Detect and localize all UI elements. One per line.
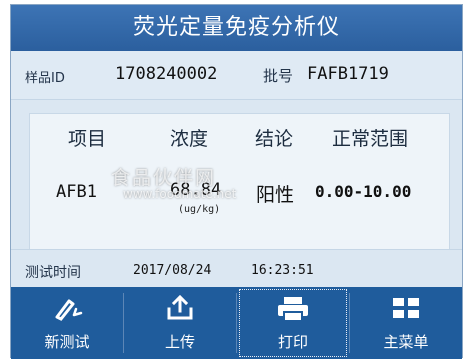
column-header-item: 项目 <box>68 128 107 150</box>
app-title: 荧光定量免疫分析仪 <box>132 15 340 40</box>
column-header-normal-range: 正常范围 <box>332 128 409 150</box>
printer-icon <box>278 297 308 322</box>
upload-button[interactable]: 上传 <box>124 287 236 359</box>
print-label: 打印 <box>277 333 308 351</box>
column-header-concentration: 浓度 <box>170 128 209 150</box>
watermark-text: 食品伙伴网 <box>111 167 217 189</box>
batch-label: 批号 <box>263 67 294 85</box>
bottom-toolbar: 新测试 上传 打印 主菜单 <box>11 287 462 359</box>
result-table: 项目 浓度 结论 正常范围 AFB1 68.84 (ug/kg) 阳性 0.00… <box>29 113 450 261</box>
upload-label: 上传 <box>164 333 195 351</box>
test-time-label: 测试时间 <box>25 265 81 281</box>
sample-info-row: 样品ID 1708240002 批号 FAFB1719 <box>11 51 462 100</box>
column-header-result: 结论 <box>255 128 294 150</box>
test-clock-value: 16:23:51 <box>251 263 314 278</box>
new-test-button[interactable]: 新测试 <box>11 287 123 359</box>
watermark-url: www.foodmate.net <box>123 187 237 201</box>
sample-id-label: 样品ID <box>25 71 65 86</box>
cell-item: AFB1 <box>56 182 97 202</box>
title-bar: 荧光定量免疫分析仪 <box>11 5 462 51</box>
new-test-label: 新测试 <box>44 333 90 351</box>
print-button[interactable]: 打印 <box>237 287 349 359</box>
grid-menu-icon <box>393 298 419 318</box>
instrument-screen: 荧光定量免疫分析仪 样品ID 1708240002 批号 FAFB1719 项目… <box>10 4 463 359</box>
pen-icon <box>55 299 83 321</box>
batch-value: FAFB1719 <box>307 64 389 84</box>
upload-icon <box>167 295 193 320</box>
test-date-value: 2017/08/24 <box>133 263 212 278</box>
test-time-row: 测试时间 2017/08/24 16:23:51 <box>11 249 462 292</box>
main-menu-button[interactable]: 主菜单 <box>350 287 462 359</box>
main-menu-label: 主菜单 <box>383 333 429 351</box>
cell-result: 阳性 <box>256 184 295 206</box>
cell-unit: (ug/kg) <box>178 204 221 215</box>
cell-normal-range: 0.00-10.00 <box>315 182 412 201</box>
sample-id-value: 1708240002 <box>115 64 218 84</box>
